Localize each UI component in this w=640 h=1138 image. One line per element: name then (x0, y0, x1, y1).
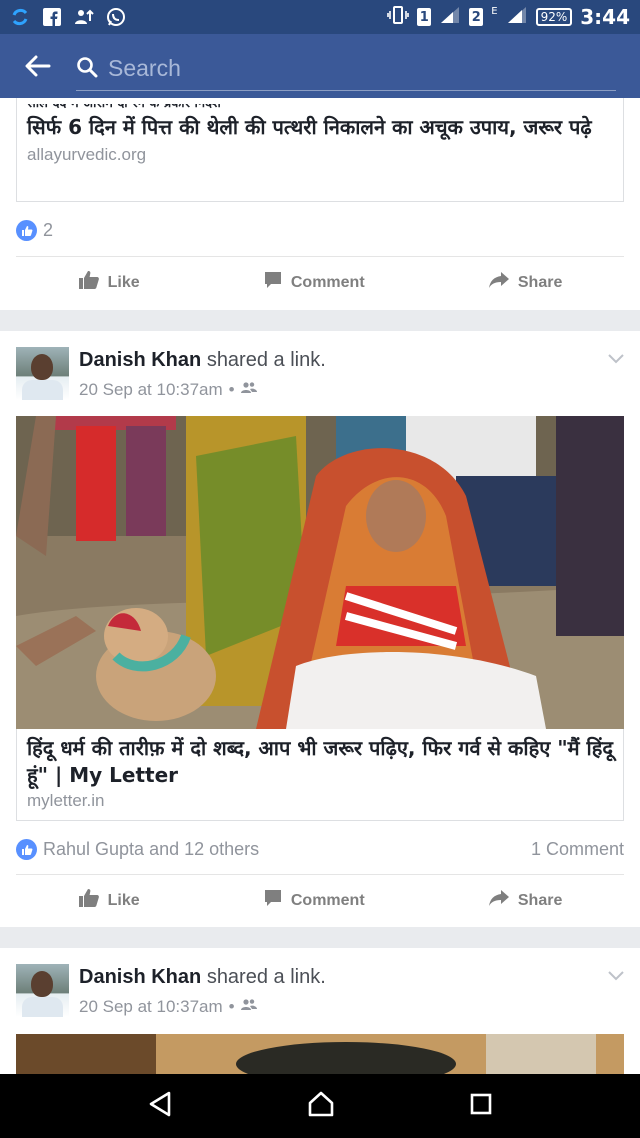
search-input[interactable]: Search (76, 47, 616, 91)
post-header: Danish Khan shared a link. 20 Sep at 10:… (16, 347, 624, 407)
home-icon[interactable] (307, 1090, 335, 1122)
link-image[interactable] (16, 416, 624, 729)
link-domain: myletter.in (27, 791, 105, 810)
recents-icon[interactable] (469, 1092, 493, 1120)
meta-separator: • (228, 380, 235, 399)
chevron-down-icon[interactable] (608, 966, 624, 985)
post-card: Danish Khan shared a link. 20 Sep at 10:… (0, 331, 640, 927)
post-meta: 20 Sep at 10:37am • (79, 380, 257, 400)
post-verb: shared a link. (206, 966, 326, 988)
meta-separator: • (228, 997, 235, 1016)
thumbs-up-icon (78, 888, 100, 913)
link-preview[interactable]: साल दर्द में आराम दो रंग के प्रकार निर्द… (16, 98, 624, 202)
share-icon (488, 888, 510, 913)
avatar[interactable] (16, 964, 69, 1017)
link-title: सिर्फ 6 दिन में पित्त की थेली की पत्थरी … (27, 115, 592, 139)
post-meta: 20 Sep at 10:37am • (79, 997, 257, 1017)
post-card: साल दर्द में आराम दो रंग के प्रकार निर्द… (0, 98, 640, 310)
wedding-photo (16, 416, 624, 729)
battery-icon: 92% (535, 8, 573, 26)
avatar[interactable] (16, 347, 69, 400)
like-reaction-icon (16, 839, 37, 860)
status-bar: 1 2 E 92% 3:44 (0, 0, 640, 34)
timestamp[interactable]: 20 Sep at 10:37am (79, 997, 223, 1017)
network-type: E (491, 5, 498, 17)
comment-count[interactable]: 1 Comment (531, 839, 624, 860)
share-button[interactable]: Share (488, 270, 562, 295)
share-button[interactable]: Share (488, 888, 562, 913)
action-bar: Like Comment Share (16, 256, 624, 308)
like-button[interactable]: Like (78, 270, 140, 295)
post-author-line: Danish Khan shared a link. (79, 349, 326, 372)
like-label: Like (107, 891, 140, 909)
app-bar: Search (0, 34, 640, 98)
action-bar: Like Comment Share (16, 874, 624, 926)
signal-icon (439, 6, 461, 29)
reaction-summary[interactable]: Rahul Gupta and 12 others 1 Comment (16, 839, 624, 860)
share-label: Share (517, 273, 563, 291)
link-preview[interactable]: हिंदू धर्म की तारीफ़ में दो शब्द, आप भी … (16, 729, 624, 821)
post-author-line: Danish Khan shared a link. (79, 966, 326, 989)
share-icon (488, 270, 510, 295)
comment-icon (263, 270, 283, 295)
post-header: Danish Khan shared a link. 20 Sep at 10:… (16, 964, 624, 1024)
author-name[interactable]: Danish Khan (79, 966, 201, 988)
search-placeholder: Search (108, 55, 181, 81)
reactions-text: Rahul Gupta and 12 others (43, 839, 260, 859)
like-count: 2 (43, 220, 54, 240)
person-up-icon (74, 7, 94, 27)
like-button[interactable]: Like (78, 888, 140, 913)
friends-icon (240, 380, 257, 400)
back-arrow-icon[interactable] (0, 34, 76, 98)
link-image[interactable] (16, 1034, 624, 1074)
post-card: Danish Khan shared a link. 20 Sep at 10:… (0, 948, 640, 1074)
clipped-text: साल दर्द में आराम दो रंग के प्रकार निर्द… (27, 104, 221, 112)
thumbs-up-icon (78, 270, 100, 295)
food-photo (16, 1034, 624, 1074)
sim2-indicator: 2 (469, 8, 484, 26)
share-label: Share (517, 891, 563, 909)
comment-button[interactable]: Comment (263, 888, 365, 913)
timestamp[interactable]: 20 Sep at 10:37am (79, 380, 223, 400)
back-triangle-icon[interactable] (147, 1090, 173, 1122)
comment-button[interactable]: Comment (263, 270, 365, 295)
chevron-down-icon[interactable] (608, 349, 624, 368)
sync-icon (10, 7, 30, 27)
comment-label: Comment (290, 273, 365, 291)
system-nav-bar (0, 1074, 640, 1138)
clock: 3:44 (580, 5, 630, 29)
like-reaction-icon (16, 220, 37, 241)
like-label: Like (107, 273, 140, 291)
post-verb: shared a link. (206, 349, 326, 371)
sim1-indicator: 1 (417, 8, 432, 26)
comment-label: Comment (290, 891, 365, 909)
search-icon (76, 56, 98, 82)
signal-icon-2 (506, 6, 528, 29)
link-domain: allayurvedic.org (27, 145, 147, 164)
friends-icon (240, 997, 257, 1017)
vibrate-icon (387, 5, 410, 29)
reaction-summary[interactable]: 2 (16, 220, 624, 241)
link-title: हिंदू धर्म की तारीफ़ में दो शब्द, आप भी … (27, 736, 613, 787)
whatsapp-icon (106, 7, 126, 27)
comment-icon (263, 888, 283, 913)
author-name[interactable]: Danish Khan (79, 349, 201, 371)
facebook-icon (42, 7, 62, 27)
